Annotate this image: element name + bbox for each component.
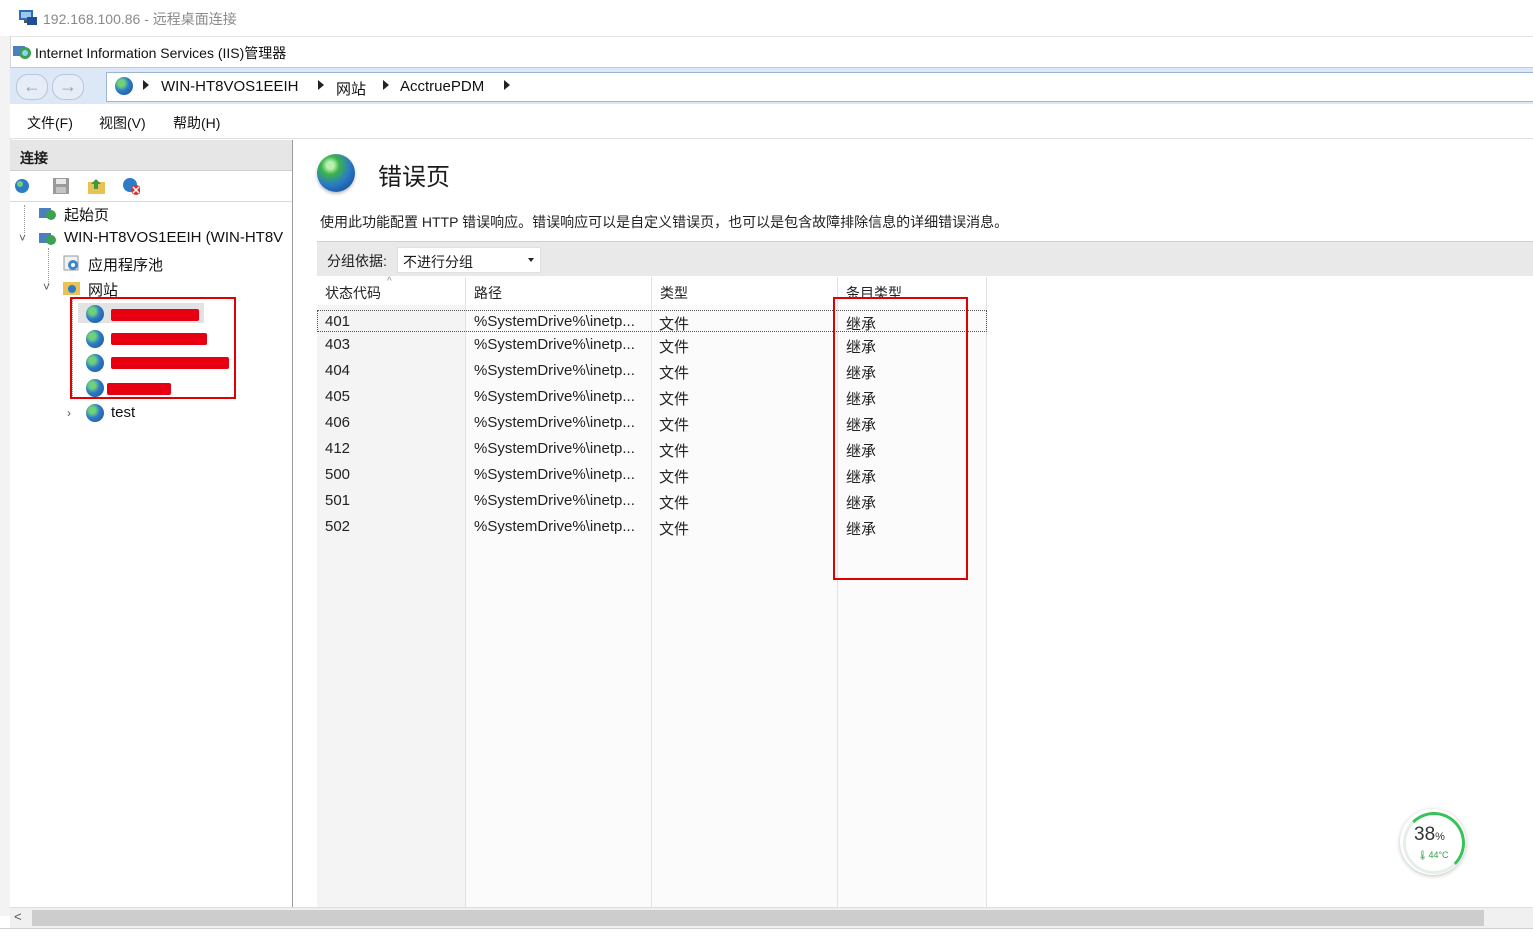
window-title: Internet Information Services (IIS)管理器 xyxy=(35,45,287,61)
tree-line xyxy=(48,248,50,284)
cpu-temperature: 🌡44°C xyxy=(1417,850,1449,860)
cell-type: 文件 xyxy=(659,417,690,434)
cell-status-code: 502 xyxy=(325,518,351,535)
group-by-value: 不进行分组 xyxy=(403,254,473,270)
chevron-left-icon[interactable]: < xyxy=(14,909,22,924)
cell-status-code: 404 xyxy=(325,362,351,379)
globe-icon xyxy=(317,154,355,192)
column-header-status-code[interactable]: 状态代码 ^ xyxy=(317,276,465,305)
column-header-type[interactable]: 类型 xyxy=(652,277,837,305)
cpu-usage-widget[interactable]: 38% 🌡44°C xyxy=(1400,809,1466,875)
breadcrumb[interactable]: WIN-HT8VOS1EEIH 网站 AcctruePDM xyxy=(106,72,1533,102)
connect-globe-icon[interactable] xyxy=(14,177,32,195)
column-header-path[interactable]: 路径 xyxy=(466,277,651,305)
cell-status-code: 412 xyxy=(325,440,351,457)
cell-status-code: 403 xyxy=(325,336,351,353)
cell-type: 文件 xyxy=(659,495,690,512)
column-header-label: 路径 xyxy=(474,285,502,301)
disconnect-icon[interactable] xyxy=(122,177,140,195)
annotation-box xyxy=(70,297,236,399)
cell-type: 文件 xyxy=(659,391,690,408)
tree-item-site-test[interactable]: test xyxy=(111,404,135,421)
cell-path: %SystemDrive%\inetp... xyxy=(474,518,635,535)
cell-type: 文件 xyxy=(659,339,690,356)
chevron-right-icon[interactable]: › xyxy=(67,406,71,420)
cpu-temperature-value: 44°C xyxy=(1428,850,1449,860)
group-by-bar: 分组依据: 不进行分组 xyxy=(317,241,1533,276)
remote-desktop-icon xyxy=(19,10,37,25)
cell-path: %SystemDrive%\inetp... xyxy=(474,492,635,509)
cell-path: %SystemDrive%\inetp... xyxy=(474,440,635,457)
rdp-window-title: 192.168.100.86 - 远程桌面连接 xyxy=(43,11,237,27)
cell-status-code: 406 xyxy=(325,414,351,431)
globe-icon xyxy=(115,77,133,95)
page-title: 错误页 xyxy=(378,164,450,191)
chevron-right-icon[interactable] xyxy=(143,80,149,90)
save-icon[interactable] xyxy=(52,177,70,195)
cell-path: %SystemDrive%\inetp... xyxy=(474,466,635,483)
up-folder-icon[interactable] xyxy=(87,177,105,195)
connections-toolbar xyxy=(10,171,292,202)
connections-panel: 连接 起始页 ˅ WIN-HT8VOS1EEIH (WIN-HT8V 应用程序池… xyxy=(10,140,293,907)
group-by-select[interactable]: 不进行分组 xyxy=(397,247,541,273)
group-by-label: 分组依据: xyxy=(327,253,387,269)
cell-path: %SystemDrive%\inetp... xyxy=(474,313,635,330)
tree-item-app-pools[interactable]: 应用程序池 xyxy=(88,254,163,275)
menu-file[interactable]: 文件(F) xyxy=(27,113,73,133)
cell-status-code: 401 xyxy=(325,313,351,330)
chevron-down-icon[interactable]: ˅ xyxy=(19,231,26,245)
horizontal-scrollbar[interactable]: < xyxy=(10,907,1533,928)
cell-path: %SystemDrive%\inetp... xyxy=(474,388,635,405)
chevron-right-icon[interactable] xyxy=(318,80,324,90)
cpu-percent: 38% xyxy=(1414,824,1445,846)
tree-line xyxy=(24,205,26,233)
annotation-box xyxy=(833,297,968,580)
sort-ascending-icon: ^ xyxy=(387,276,392,287)
menu-bar: 文件(F) 视图(V) 帮助(H) xyxy=(10,104,1533,139)
scrollbar-thumb[interactable] xyxy=(32,910,1484,926)
cell-type: 文件 xyxy=(659,443,690,460)
cell-path: %SystemDrive%\inetp... xyxy=(474,336,635,353)
back-button[interactable]: ← xyxy=(16,74,48,100)
cell-status-code: 501 xyxy=(325,492,351,509)
start-page-icon xyxy=(39,208,56,220)
server-icon xyxy=(39,233,56,245)
connections-title: 连接 xyxy=(20,150,48,166)
address-bar: ← → WIN-HT8VOS1EEIH 网站 AcctruePDM xyxy=(10,67,1533,105)
chevron-down-icon[interactable] xyxy=(528,258,534,262)
cell-type: 文件 xyxy=(659,521,690,538)
breadcrumb-site[interactable]: AcctruePDM xyxy=(400,78,484,95)
cell-path: %SystemDrive%\inetp... xyxy=(474,362,635,379)
column-header-label: 状态代码 xyxy=(325,285,381,301)
cpu-percent-unit: % xyxy=(1435,831,1445,843)
cell-status-code: 405 xyxy=(325,388,351,405)
tree-item-start-page[interactable]: 起始页 xyxy=(64,204,109,225)
cell-type: 文件 xyxy=(659,469,690,486)
breadcrumb-sites[interactable]: 网站 xyxy=(336,78,366,99)
cell-path: %SystemDrive%\inetp... xyxy=(474,414,635,431)
error-pages-feature: 错误页 使用此功能配置 HTTP 错误响应。错误响应可以是自定义错误页，也可以是… xyxy=(301,140,1533,907)
cpu-percent-value: 38 xyxy=(1414,824,1436,845)
site-globe-icon xyxy=(86,404,104,422)
cell-status-code: 500 xyxy=(325,466,351,483)
chevron-right-icon[interactable] xyxy=(383,80,389,90)
menu-view[interactable]: 视图(V) xyxy=(99,113,146,133)
iis-app-icon xyxy=(13,46,31,59)
connections-header: 连接 xyxy=(10,140,292,171)
column-header-label: 类型 xyxy=(660,285,688,301)
cell-type: 文件 xyxy=(659,365,690,382)
chevron-down-icon[interactable]: ˅ xyxy=(43,280,50,294)
tree-item-server[interactable]: WIN-HT8VOS1EEIH (WIN-HT8V xyxy=(64,229,283,246)
forward-button[interactable]: → xyxy=(52,74,84,100)
menu-help[interactable]: 帮助(H) xyxy=(173,113,220,133)
app-pool-icon xyxy=(63,255,79,271)
rdp-title-bar: 192.168.100.86 - 远程桌面连接 xyxy=(0,0,1533,37)
chevron-right-icon[interactable] xyxy=(504,80,510,90)
page-description: 使用此功能配置 HTTP 错误响应。错误响应可以是自定义错误页，也可以是包含故障… xyxy=(320,214,1009,230)
breadcrumb-server[interactable]: WIN-HT8VOS1EEIH xyxy=(161,78,299,95)
sites-folder-icon xyxy=(63,282,80,295)
error-pages-list: 状态代码 ^ 路径 类型 条目类型 401 %SystemDrive%\inet… xyxy=(317,276,987,907)
